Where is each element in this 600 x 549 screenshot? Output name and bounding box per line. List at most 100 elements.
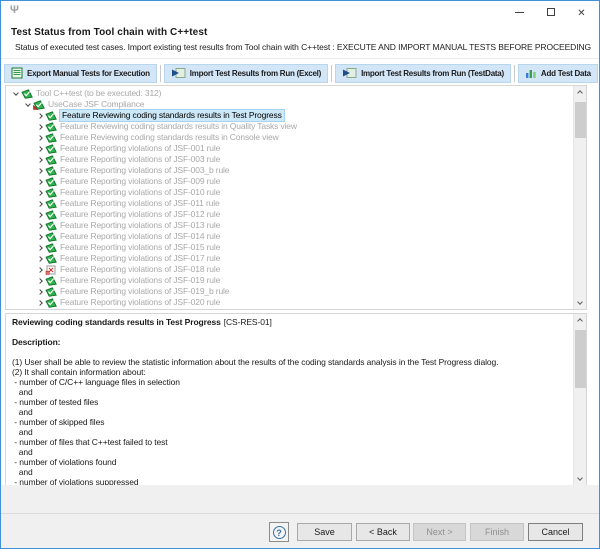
titlebar[interactable]: Ψ: [1, 1, 599, 23]
expand-chevron-icon[interactable]: [37, 300, 43, 306]
expand-chevron-icon[interactable]: [37, 245, 43, 251]
collapse-chevron-icon[interactable]: [13, 90, 19, 96]
tree-item[interactable]: Feature Reporting violations of JSF-013 …: [6, 220, 572, 231]
tree-item[interactable]: Feature Reporting violations of JSF-014 …: [6, 231, 572, 242]
pass-test-icon: [45, 287, 57, 297]
maximize-button[interactable]: [535, 1, 566, 23]
expand-chevron-icon[interactable]: [37, 223, 43, 229]
expand-chevron-icon[interactable]: [37, 190, 43, 196]
close-icon: [577, 3, 585, 21]
expand-chevron-icon[interactable]: [37, 234, 43, 240]
expand-chevron-icon[interactable]: [37, 168, 43, 174]
details-content: Reviewing coding standards results in Te…: [6, 317, 572, 485]
pass-test-icon: [45, 221, 57, 231]
scroll-down-icon[interactable]: [577, 475, 583, 481]
tree-item[interactable]: Feature Reporting violations of JSF-001 …: [6, 143, 572, 154]
expand-chevron-icon[interactable]: [37, 146, 43, 152]
tree-item-label: Feature Reviewing coding standards resul…: [60, 132, 279, 143]
tree-item[interactable]: Feature Reporting violations of JSF-019_…: [6, 286, 572, 297]
toolbar-button-export-manual-tests-for-execution[interactable]: Export Manual Tests for Execution: [4, 64, 157, 83]
pass-test-icon: [45, 155, 57, 165]
tree-item[interactable]: Feature Reporting violations of JSF-017 …: [6, 253, 572, 264]
minimize-button[interactable]: [504, 1, 535, 23]
test-tree-panel: Tool C++test (to be executed: 312)UseCas…: [5, 85, 587, 310]
scroll-up-icon[interactable]: [577, 90, 583, 96]
expand-chevron-icon[interactable]: [37, 289, 43, 295]
tree-item[interactable]: Feature Reporting violations of JSF-019 …: [6, 275, 572, 286]
pass-test-icon: [45, 122, 57, 132]
tree-item-label: Feature Reviewing coding standards resul…: [60, 121, 297, 132]
tree-item[interactable]: Feature Reporting violations of JSF-012 …: [6, 209, 572, 220]
pass-test-icon: [45, 188, 57, 198]
scroll-up-icon[interactable]: [577, 318, 583, 324]
tree-item[interactable]: Feature Reporting violations of JSF-003 …: [6, 154, 572, 165]
scroll-thumb[interactable]: [575, 330, 586, 388]
cancel-button[interactable]: Cancel: [528, 523, 583, 541]
toolbar: Export Manual Tests for Execution Import …: [4, 62, 600, 84]
scroll-down-icon[interactable]: [577, 299, 583, 305]
back-button[interactable]: < Back: [356, 523, 410, 541]
pass-test-icon: [45, 144, 57, 154]
tree-item-label: Feature Reporting violations of JSF-020 …: [60, 297, 220, 308]
tree-item[interactable]: Feature Reviewing coding standards resul…: [6, 110, 572, 121]
details-panel: Reviewing coding standards results in Te…: [5, 313, 587, 486]
expand-chevron-icon[interactable]: [37, 113, 43, 119]
detail-line: and: [12, 467, 572, 477]
toolbar-separator: [514, 65, 515, 82]
tree-item[interactable]: Tool C++test (to be executed: 312): [6, 88, 572, 99]
import-run-icon: [171, 67, 186, 79]
expand-chevron-icon[interactable]: [37, 124, 43, 130]
detail-line: [12, 327, 572, 337]
detail-line: and: [12, 427, 572, 437]
help-icon: ?: [273, 526, 286, 539]
tree-item-label: Feature Reporting violations of JSF-014 …: [60, 231, 220, 242]
toolbar-button-import-test-results-from-run-excel[interactable]: Import Test Results from Run (Excel): [164, 64, 328, 83]
toolbar-separator: [160, 65, 161, 82]
close-button[interactable]: [566, 1, 597, 23]
scroll-thumb[interactable]: [575, 102, 586, 138]
expand-chevron-icon[interactable]: [37, 256, 43, 262]
tree-item[interactable]: Feature Reporting violations of JSF-009 …: [6, 176, 572, 187]
tree-item[interactable]: Feature Reviewing coding standards resul…: [6, 121, 572, 132]
toolbar-button-import-test-results-from-run-testdata[interactable]: Import Test Results from Run (TestData): [335, 64, 511, 83]
detail-line: (1) User shall be able to review the sta…: [12, 357, 572, 367]
expand-chevron-icon[interactable]: [37, 157, 43, 163]
pass-test-icon: [45, 254, 57, 264]
tree-item-label: Feature Reviewing coding standards resul…: [60, 110, 284, 121]
help-button[interactable]: ?: [269, 522, 289, 542]
tree-item[interactable]: Feature Reporting violations of JSF-018 …: [6, 264, 572, 275]
page-title: Test Status from Tool chain with C++test: [11, 27, 207, 38]
collapse-chevron-icon[interactable]: [25, 101, 31, 107]
toolbar-button-add-test-data[interactable]: Add Test Data: [518, 64, 598, 83]
tree-item-label: Feature Reporting violations of JSF-011 …: [60, 198, 220, 209]
expand-chevron-icon[interactable]: [37, 179, 43, 185]
tree-item[interactable]: Feature Reporting violations of JSF-020 …: [6, 297, 572, 308]
minimize-icon: [515, 12, 524, 13]
page-subtitle: Status of executed test cases. Import ex…: [15, 42, 591, 52]
tree-item-label: Feature Reporting violations of JSF-012 …: [60, 209, 220, 220]
toolbar-separator: [331, 65, 332, 82]
details-scrollbar[interactable]: [573, 314, 586, 485]
test-tree: Tool C++test (to be executed: 312)UseCas…: [6, 88, 572, 309]
expand-chevron-icon[interactable]: [37, 278, 43, 284]
tree-item[interactable]: Feature Reporting violations of JSF-003_…: [6, 165, 572, 176]
pass-test-icon: [45, 133, 57, 143]
tree-item[interactable]: Feature Reporting violations of JSF-015 …: [6, 242, 572, 253]
detail-line: - number of files that C++test failed to…: [12, 437, 572, 447]
detail-line: - number of violations found: [12, 457, 572, 467]
expand-chevron-icon[interactable]: [37, 201, 43, 207]
tree-item[interactable]: UseCase JSF Compliance: [6, 99, 572, 110]
toolbar-button-label: Add Test Data: [541, 69, 591, 78]
expand-chevron-icon[interactable]: [37, 267, 43, 273]
save-button[interactable]: Save: [297, 523, 352, 541]
tree-item[interactable]: Feature Reporting violations of JSF-010 …: [6, 187, 572, 198]
detail-heading: Reviewing coding standards results in Te…: [12, 317, 572, 327]
tree-item-label: Tool C++test (to be executed: 312): [36, 88, 161, 99]
tree-scrollbar[interactable]: [573, 86, 586, 309]
tree-item[interactable]: Feature Reviewing coding standards resul…: [6, 132, 572, 143]
dialog-window: Ψ Test Status from Tool chain with C++te…: [0, 0, 600, 549]
tree-item[interactable]: Feature Reporting violations of JSF-011 …: [6, 198, 572, 209]
expand-chevron-icon[interactable]: [37, 212, 43, 218]
expand-chevron-icon[interactable]: [37, 135, 43, 141]
maximize-icon: [547, 8, 555, 16]
